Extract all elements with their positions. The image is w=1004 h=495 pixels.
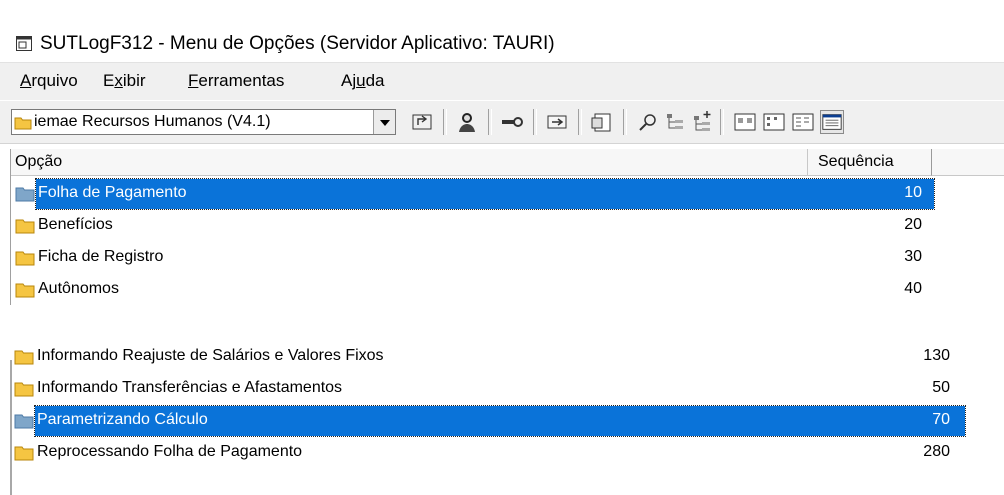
list-item-sequence: 30 <box>904 248 922 265</box>
app-window: SUTLogF312 - Menu de Opções (Servidor Ap… <box>0 0 1004 305</box>
list-item-sequence: 130 <box>923 347 950 364</box>
list-item[interactable]: Folha de Pagamento 10 <box>11 178 936 210</box>
properties-icon[interactable] <box>590 110 614 134</box>
user-icon[interactable] <box>455 110 479 134</box>
list-item[interactable]: Informando Transferências e Afastamentos… <box>10 374 960 404</box>
list-item[interactable]: Benefícios 20 <box>11 211 936 241</box>
folder-icon <box>15 282 35 303</box>
list-item-sequence: 40 <box>904 280 922 297</box>
list-item-label: Reprocessando Folha de Pagamento <box>37 443 303 460</box>
tree-icon[interactable] <box>663 110 687 134</box>
folder-icon <box>14 115 32 135</box>
list-item-label: Folha de Pagamento <box>38 184 187 201</box>
column-header-opcao[interactable]: Opção <box>11 149 808 176</box>
small-icons-view-icon[interactable] <box>762 110 786 134</box>
menu-ferramentas[interactable]: Ferramentas <box>188 71 284 91</box>
system-select-value: iemae Recursos Humanos (V4.1) <box>34 113 271 130</box>
folder-open-icon <box>14 413 34 434</box>
folder-icon <box>15 218 35 239</box>
list-item-label: Informando Reajuste de Salários e Valore… <box>37 347 384 364</box>
list-item[interactable]: Autônomos 40 <box>11 275 936 305</box>
folder-icon <box>14 445 34 466</box>
run-icon[interactable] <box>545 110 569 134</box>
list-item-label: Ficha de Registro <box>38 248 164 265</box>
options-list: Opção Sequência Folha de Pagamento 10 Bene… <box>10 149 1004 305</box>
folder-icon <box>14 349 34 370</box>
menu-arquivo[interactable]: Arquivo <box>20 71 78 91</box>
menu-ajuda[interactable]: Ajuda <box>341 71 385 91</box>
list-header: Opção Sequência <box>11 149 1004 177</box>
large-icons-view-icon[interactable] <box>733 110 757 134</box>
list-item[interactable]: Reprocessando Folha de Pagamento 280 <box>10 438 960 468</box>
list-item-sequence: 50 <box>932 379 950 396</box>
menu-exibir[interactable]: Exibir <box>103 71 146 91</box>
window-title: SUTLogF312 - Menu de Opções (Servidor Ap… <box>40 33 555 54</box>
toolbar: iemae Recursos Humanos (V4.1) <box>0 100 1004 144</box>
title-bar: SUTLogF312 - Menu de Opções (Servidor Ap… <box>0 24 1004 62</box>
key-icon[interactable] <box>500 110 524 134</box>
system-select[interactable]: iemae Recursos Humanos (V4.1) <box>11 109 396 135</box>
folder-open-icon <box>15 186 35 207</box>
list-item[interactable]: Informando Reajuste de Salários e Valore… <box>10 342 960 372</box>
folder-icon <box>14 381 34 402</box>
list-item-label: Parametrizando Cálculo <box>37 411 208 428</box>
list-item[interactable]: Ficha de Registro 30 <box>11 243 936 273</box>
list-item[interactable]: Parametrizando Cálculo 70 <box>10 405 966 437</box>
app-window-icon <box>16 36 32 51</box>
list-fragment: Informando Reajuste de Salários e Valore… <box>0 347 1004 495</box>
list-item-label: Autônomos <box>38 280 119 297</box>
list-item-sequence: 280 <box>923 443 950 460</box>
list-item-sequence: 20 <box>904 216 922 233</box>
chevron-down-icon[interactable] <box>373 110 395 134</box>
tree-add-icon[interactable] <box>690 110 714 134</box>
list-item-label: Benefícios <box>38 216 113 233</box>
column-header-sequencia[interactable]: Sequência <box>808 149 932 176</box>
folder-icon <box>15 250 35 271</box>
up-folder-icon[interactable] <box>410 110 434 134</box>
list-item-sequence: 70 <box>932 411 950 428</box>
list-item-label: Informando Transferências e Afastamentos <box>37 379 343 396</box>
menu-bar: Arquivo Exibir Ferramentas Ajuda <box>0 62 1004 101</box>
list-item-sequence: 10 <box>904 184 922 201</box>
details-view-icon[interactable] <box>820 110 844 134</box>
find-icon[interactable] <box>636 110 660 134</box>
list-view-icon[interactable] <box>791 110 815 134</box>
